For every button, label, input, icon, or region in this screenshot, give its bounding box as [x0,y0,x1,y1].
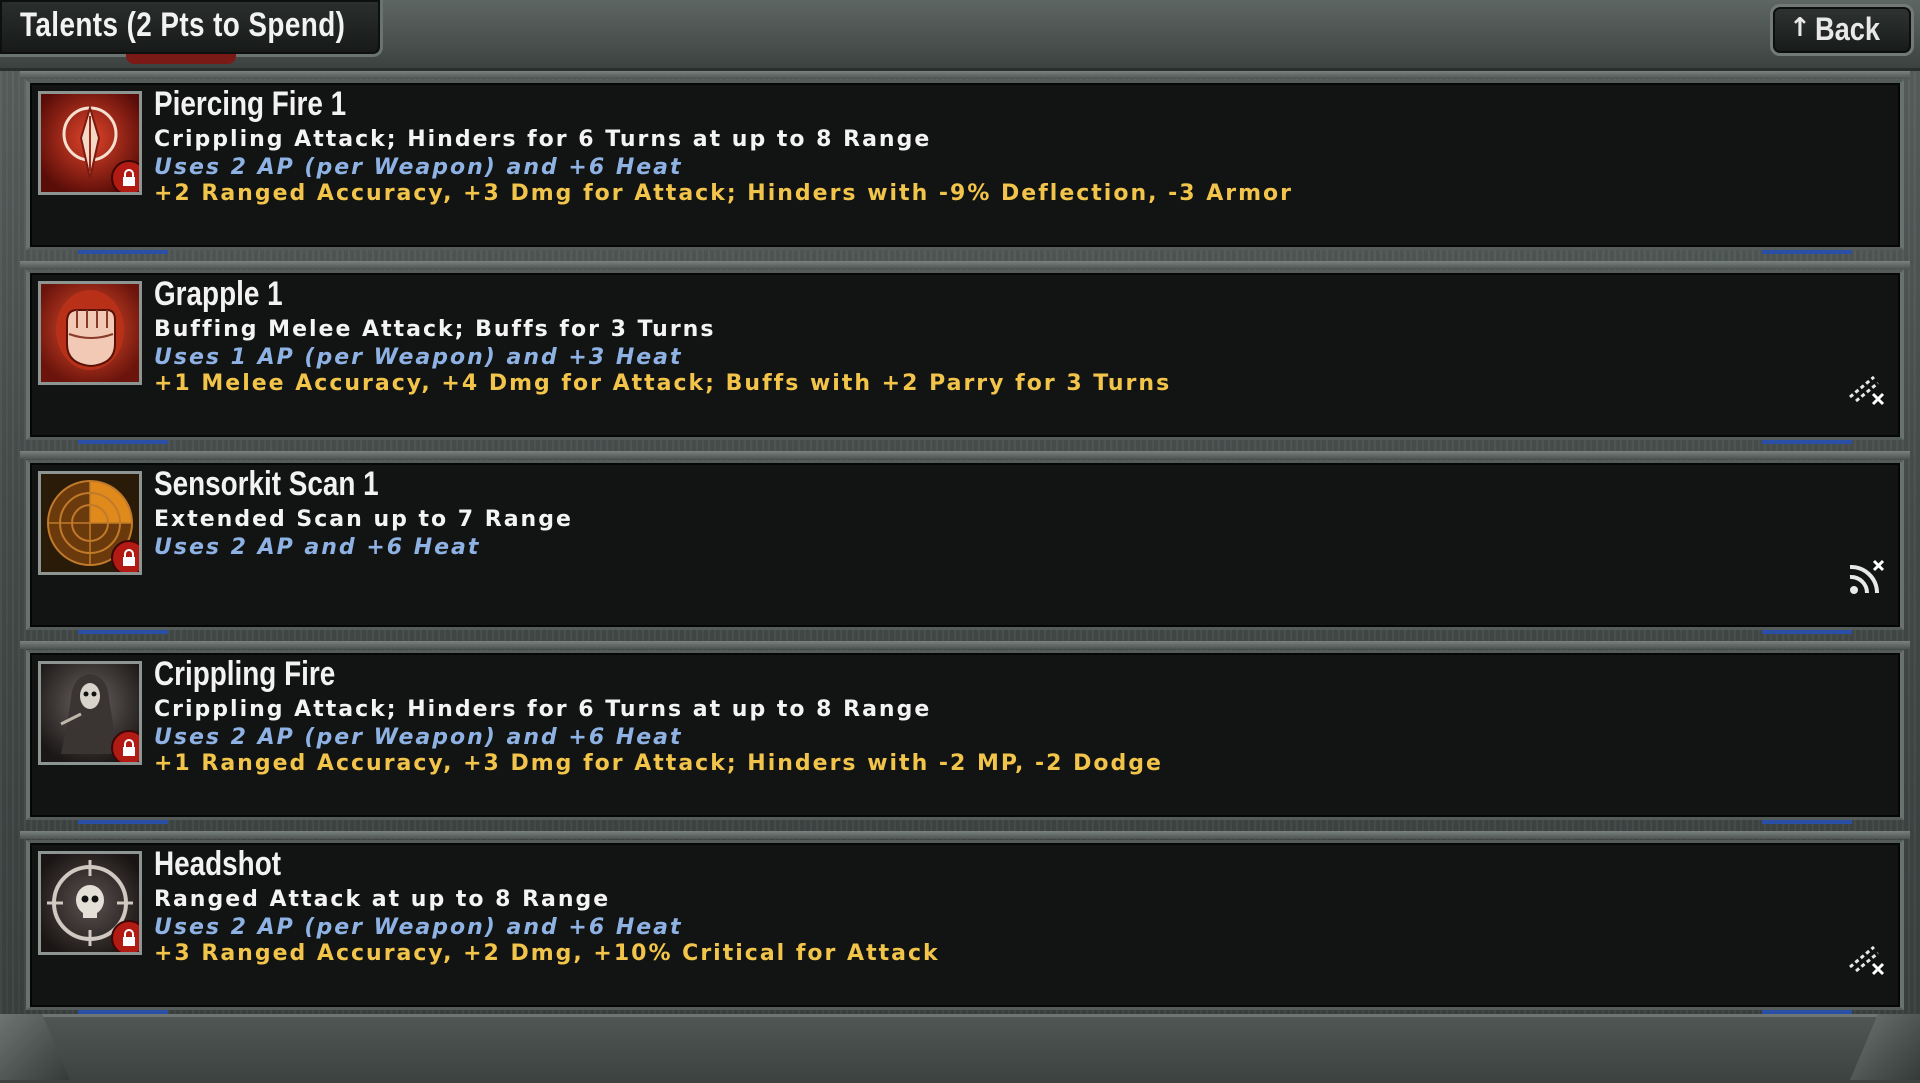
lock-icon [111,160,139,192]
talent-row-crippling-fire[interactable]: Crippling Fire Crippling Attack; Hinders… [20,641,1910,824]
talent-bonus: +1 Ranged Accuracy, +3 Dmg for Attack; H… [154,751,1163,776]
talent-cost: Uses 2 AP and +6 Heat [154,535,481,560]
talent-name: Grapple 1 [154,275,283,313]
back-button[interactable]: ↑ Back [1770,4,1914,56]
talent-row-piercing-fire[interactable]: Piercing Fire 1 Crippling Attack; Hinder… [20,71,1910,254]
talent-cost: Uses 1 AP (per Weapon) and +3 Heat [154,345,683,370]
lock-icon [111,540,139,572]
skull-crosshair-icon [38,851,142,955]
talent-cost: Uses 2 AP (per Weapon) and +6 Heat [154,155,683,180]
weapon-disabled-icon[interactable] [1846,367,1886,407]
talent-bonus: +2 Ranged Accuracy, +3 Dmg for Attack; H… [154,181,1294,206]
talent-description: Buffing Melee Attack; Buffs for 3 Turns [154,317,716,342]
talent-name: Headshot [154,845,282,883]
back-button-label: Back [1815,11,1881,47]
row-accent [78,630,168,634]
page-title: Talents (2 Pts to Spend) [20,6,346,44]
bottom-bar [0,1014,1920,1083]
title-tab: Talents (2 Pts to Spend) [0,0,383,64]
talent-name: Sensorkit Scan 1 [154,465,379,503]
talent-description: Extended Scan up to 7 Range [154,507,573,532]
talent-name: Crippling Fire [154,655,336,693]
lock-icon [111,730,139,762]
talent-bonus: +3 Ranged Accuracy, +2 Dmg, +10% Critica… [154,941,940,966]
row-accent [1762,820,1852,824]
back-arrow-icon: ↑ [1789,13,1811,43]
row-accent [78,820,168,824]
talent-cost: Uses 2 AP (per Weapon) and +6 Heat [154,915,683,940]
weapon-disabled-icon[interactable] [1846,937,1886,977]
talent-description: Crippling Attack; Hinders for 6 Turns at… [154,127,932,152]
talent-description: Ranged Attack at up to 8 Range [154,887,611,912]
talent-row-sensorkit-scan[interactable]: Sensorkit Scan 1 Extended Scan up to 7 R… [20,451,1910,634]
row-accent [1762,630,1852,634]
row-accent [1762,440,1852,444]
talent-bonus: +1 Melee Accuracy, +4 Dmg for Attack; Bu… [154,371,1172,396]
talent-row-grapple[interactable]: Grapple 1 Buffing Melee Attack; Buffs fo… [20,261,1910,444]
talent-cost: Uses 2 AP (per Weapon) and +6 Heat [154,725,683,750]
row-accent [1762,250,1852,254]
fist-icon [38,281,142,385]
title-notch [126,54,236,64]
talent-name: Piercing Fire 1 [154,85,347,123]
lock-icon [111,920,139,952]
row-accent [78,250,168,254]
scan-disabled-icon[interactable] [1846,557,1886,597]
piercing-bullet-icon [38,91,142,195]
row-accent [78,440,168,444]
talent-row-headshot[interactable]: Headshot Ranged Attack at up to 8 Range … [20,831,1910,1014]
reaper-icon [38,661,142,765]
radar-icon [38,471,142,575]
talent-description: Crippling Attack; Hinders for 6 Turns at… [154,697,932,722]
